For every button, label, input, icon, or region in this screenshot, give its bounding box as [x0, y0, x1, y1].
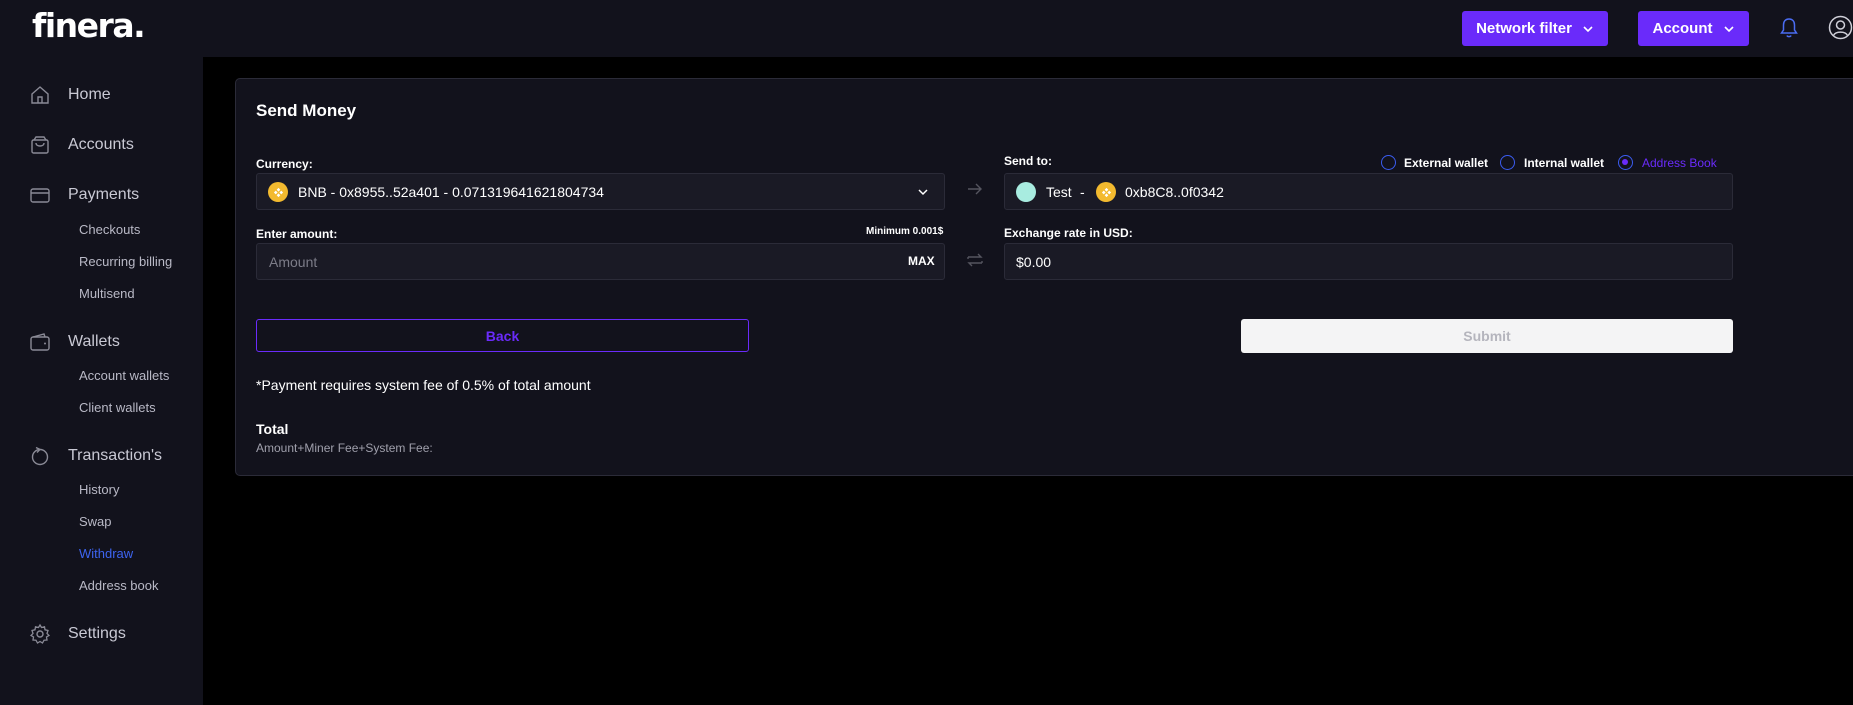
- sidebar-item-label: Payments: [68, 186, 140, 203]
- network-filter-label: Network filter: [1476, 20, 1572, 37]
- chevron-down-icon: [1583, 25, 1593, 32]
- radio-external-wallet-label[interactable]: External wallet: [1404, 156, 1488, 170]
- send-to-label: Send to:: [1004, 154, 1052, 168]
- sidebar-subitem-checkouts[interactable]: Checkouts: [79, 222, 140, 237]
- currency-value: BNB - 0x8955..52a401 - 0.071319641621804…: [298, 184, 604, 200]
- back-button[interactable]: Back: [256, 319, 749, 352]
- total-label: Total: [256, 421, 289, 437]
- bnb-coin-icon: [1096, 182, 1116, 202]
- bnb-coin-icon: [268, 182, 288, 202]
- recipient-separator: -: [1080, 184, 1085, 200]
- recipient-name: Test: [1046, 184, 1072, 200]
- amount-placeholder: Amount: [269, 254, 318, 270]
- arrow-right-icon: [968, 183, 982, 195]
- sidebar-subitem-history[interactable]: History: [79, 482, 119, 497]
- sidebar-item-label: Transaction's: [68, 447, 163, 464]
- network-filter-button[interactable]: Network filter: [1462, 11, 1608, 46]
- radio-address-book-label[interactable]: Address Book: [1642, 156, 1717, 170]
- page-title: Send Money: [256, 101, 357, 120]
- exchange-rate-field: $0.00: [1004, 243, 1733, 280]
- radio-internal-wallet-label[interactable]: Internal wallet: [1524, 156, 1604, 170]
- radio-external-wallet[interactable]: [1381, 155, 1396, 170]
- sidebar-item-label: Home: [68, 86, 111, 103]
- sidebar-item-accounts[interactable]: Accounts: [0, 130, 203, 160]
- sidebar-item-wallets[interactable]: Wallets: [0, 327, 203, 357]
- sidebar-subitem-client-wallets[interactable]: Client wallets: [79, 400, 156, 415]
- sidebar-item-home[interactable]: Home: [0, 80, 203, 110]
- enter-amount-label: Enter amount:: [256, 227, 338, 241]
- fee-note: *Payment requires system fee of 0.5% of …: [256, 377, 591, 393]
- chevron-down-icon: [918, 189, 928, 196]
- sidebar-subitem-account-wallets[interactable]: Account wallets: [79, 368, 169, 383]
- credit-card-icon: [30, 188, 50, 203]
- amount-input[interactable]: Amount MAX: [256, 243, 945, 280]
- chevron-down-icon: [1723, 25, 1734, 32]
- total-breakdown-label: Amount+Miner Fee+System Fee:: [256, 441, 433, 455]
- refresh-timer-icon: [31, 446, 49, 466]
- home-icon: [31, 86, 49, 104]
- exchange-rate-value: $0.00: [1016, 254, 1052, 270]
- recipient-select[interactable]: Test - 0xb8C8..0f0342: [1004, 173, 1733, 210]
- sidebar: Home Accounts Payments Checkouts Recurri…: [0, 57, 203, 705]
- sidebar-item-label: Accounts: [68, 136, 134, 153]
- sidebar-item-label: Settings: [68, 625, 126, 642]
- bag-icon: [31, 136, 49, 154]
- currency-select[interactable]: BNB - 0x8955..52a401 - 0.071319641621804…: [256, 173, 945, 210]
- account-button[interactable]: Account: [1638, 11, 1749, 46]
- sidebar-subitem-recurring-billing[interactable]: Recurring billing: [79, 254, 172, 269]
- recipient-address: 0xb8C8..0f0342: [1125, 184, 1224, 200]
- sidebar-item-payments[interactable]: Payments: [0, 180, 203, 210]
- wallet-icon: [30, 333, 50, 351]
- account-label: Account: [1652, 20, 1713, 37]
- sidebar-item-settings[interactable]: Settings: [0, 619, 203, 649]
- user-circle-icon[interactable]: [1828, 15, 1853, 40]
- sidebar-subitem-withdraw[interactable]: Withdraw: [79, 546, 133, 561]
- finera-logo[interactable]: finera.: [32, 6, 146, 45]
- max-button[interactable]: MAX: [908, 254, 935, 268]
- minimum-note: Minimum 0.001$: [866, 226, 944, 237]
- radio-address-book[interactable]: [1618, 155, 1633, 170]
- top-bar: finera. Network filter Account: [0, 0, 1853, 57]
- sidebar-subitem-address-book[interactable]: Address book: [79, 578, 159, 593]
- gear-icon: [29, 623, 51, 644]
- currency-label: Currency:: [256, 157, 313, 171]
- sidebar-item-transactions[interactable]: Transaction's: [0, 441, 203, 471]
- recipient-avatar: [1016, 182, 1036, 202]
- sidebar-subitem-swap[interactable]: Swap: [79, 514, 112, 529]
- sidebar-subitem-multisend[interactable]: Multisend: [79, 286, 135, 301]
- exchange-rate-label: Exchange rate in USD:: [1004, 226, 1133, 240]
- radio-internal-wallet[interactable]: [1500, 155, 1515, 170]
- bell-icon[interactable]: [1779, 17, 1799, 39]
- sidebar-item-label: Wallets: [68, 333, 120, 350]
- submit-button[interactable]: Submit: [1241, 319, 1733, 353]
- swap-arrows-icon[interactable]: [966, 250, 984, 270]
